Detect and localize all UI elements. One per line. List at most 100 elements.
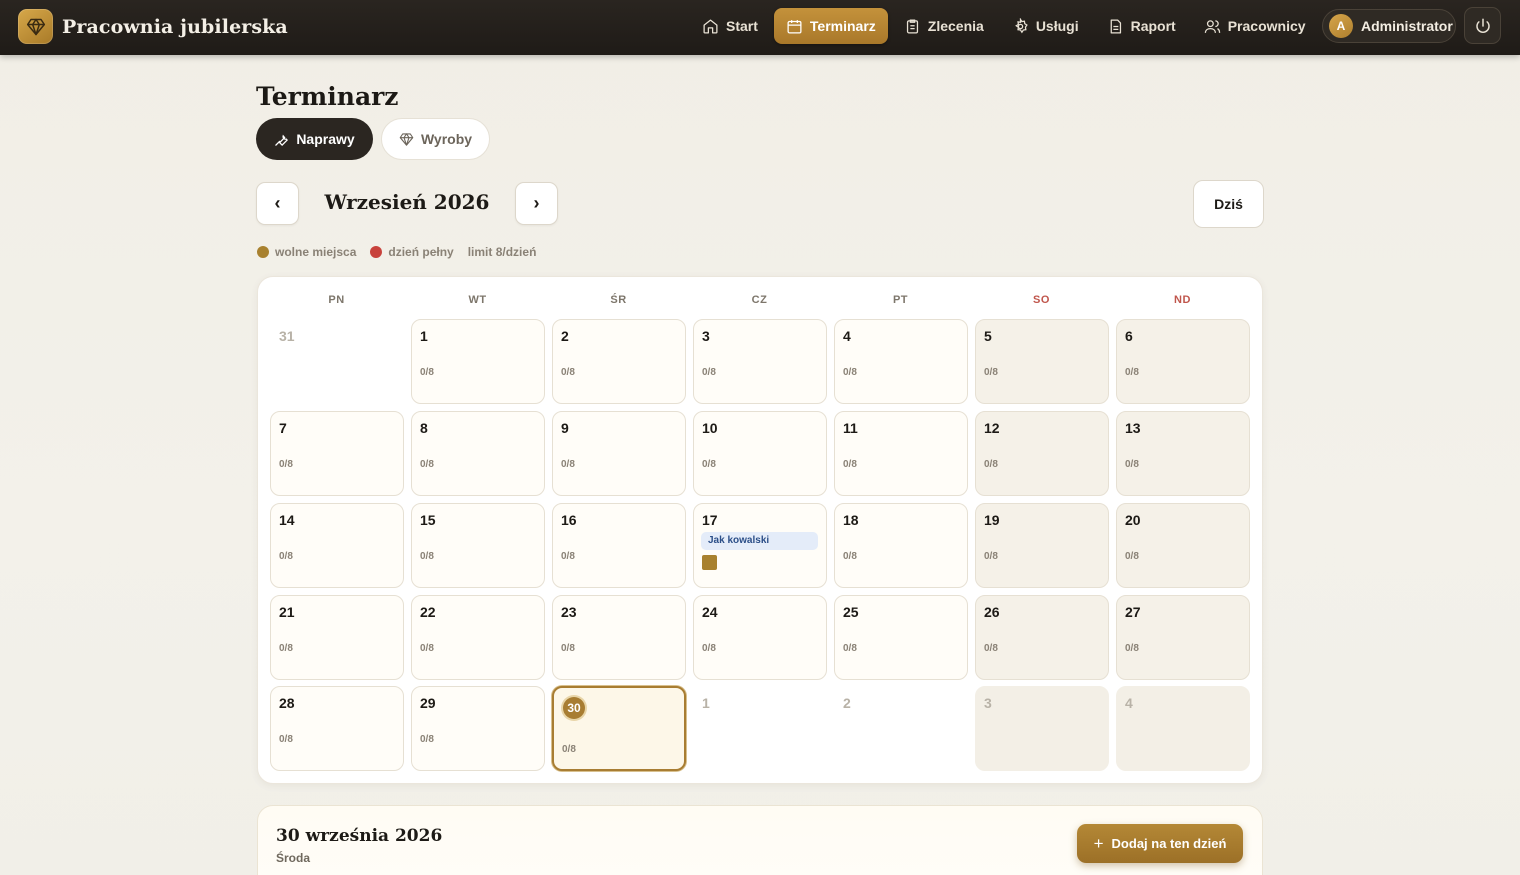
day-capacity: 0/8 <box>561 643 575 654</box>
day-number: 1 <box>420 328 428 344</box>
day-capacity: 0/8 <box>279 459 293 470</box>
calendar-day[interactable]: 20 0/8 <box>1116 503 1250 588</box>
calendar-day[interactable]: 28 0/8 <box>270 686 404 771</box>
calendar-day[interactable]: 12 0/8 <box>975 411 1109 496</box>
day-capacity: 0/8 <box>279 551 293 562</box>
calendar-day[interactable]: 26 0/8 <box>975 595 1109 680</box>
add-for-day-button[interactable]: + Dodaj na ten dzień <box>1077 824 1243 863</box>
legend-free-dot <box>257 246 269 258</box>
day-number: 19 <box>984 512 1000 528</box>
user-menu[interactable]: A Administrator <box>1322 9 1456 43</box>
day-capacity: 0/8 <box>1125 367 1139 378</box>
calendar-day[interactable]: 23 0/8 <box>552 595 686 680</box>
selected-day-title: 30 września 2026 <box>276 826 443 846</box>
calendar-day[interactable]: 9 0/8 <box>552 411 686 496</box>
day-number: 9 <box>561 420 569 436</box>
logout-button[interactable] <box>1464 7 1501 44</box>
avatar: A <box>1329 14 1353 38</box>
prev-month-button[interactable]: ‹ <box>256 182 299 225</box>
day-capacity: 0/8 <box>420 551 434 562</box>
day-capacity: 0/8 <box>984 643 998 654</box>
calendar-day-outside: 4 <box>1116 686 1250 771</box>
diamond-icon <box>399 132 414 146</box>
nav-item-start[interactable]: Start <box>690 8 770 44</box>
month-label: Wrzesień 2026 <box>324 190 490 214</box>
nav-item-uslugi[interactable]: Usługi <box>1000 8 1091 44</box>
nav-item-pracownicy[interactable]: Pracownicy <box>1192 8 1318 44</box>
weekday-label: WT <box>468 294 487 306</box>
nav-label: Pracownicy <box>1227 18 1306 34</box>
day-capacity: 0/8 <box>843 459 857 470</box>
day-number: 16 <box>561 512 577 528</box>
capacity-indicator <box>702 555 717 570</box>
day-number: 1 <box>702 695 710 711</box>
main-nav: Start Terminarz Zlecenia Usługi Raport P… <box>690 8 1322 44</box>
day-number: 18 <box>843 512 859 528</box>
tab-wyroby[interactable]: Wyroby <box>381 118 490 160</box>
day-number: 3 <box>702 328 710 344</box>
calendar-day[interactable]: 6 0/8 <box>1116 319 1250 404</box>
calendar-day[interactable]: 16 0/8 <box>552 503 686 588</box>
clipboard-icon <box>906 18 918 34</box>
day-number: 26 <box>984 604 1000 620</box>
nav-item-raport[interactable]: Raport <box>1095 8 1188 44</box>
brand[interactable]: Pracownia jubilerska <box>18 9 288 44</box>
calendar-day[interactable]: 7 0/8 <box>270 411 404 496</box>
chevron-right-icon: › <box>533 193 540 213</box>
event-chip[interactable]: Jak kowalski <box>701 532 818 550</box>
day-number: 4 <box>843 328 851 344</box>
day-number: 20 <box>1125 512 1141 528</box>
calendar-day[interactable]: 14 0/8 <box>270 503 404 588</box>
calendar-day[interactable]: 25 0/8 <box>834 595 968 680</box>
day-capacity: 0/8 <box>420 367 434 378</box>
day-capacity: 0/8 <box>702 367 716 378</box>
calendar-day[interactable]: 24 0/8 <box>693 595 827 680</box>
calendar-day[interactable]: 5 0/8 <box>975 319 1109 404</box>
nav-item-terminarz[interactable]: Terminarz <box>773 8 888 44</box>
tab-label: Naprawy <box>296 131 355 147</box>
day-capacity: 0/8 <box>984 459 998 470</box>
day-capacity: 0/8 <box>984 367 998 378</box>
day-capacity: 0/8 <box>1125 643 1139 654</box>
day-capacity: 0/8 <box>843 367 857 378</box>
today-button[interactable]: Dziś <box>1193 180 1264 228</box>
calendar-day[interactable]: 21 0/8 <box>270 595 404 680</box>
users-icon <box>1204 19 1220 33</box>
nav-label: Start <box>726 18 758 34</box>
calendar-day[interactable]: 8 0/8 <box>411 411 545 496</box>
nav-item-zlecenia[interactable]: Zlecenia <box>892 8 996 44</box>
day-capacity: 0/8 <box>279 643 293 654</box>
calendar-day[interactable]: 4 0/8 <box>834 319 968 404</box>
day-number: 13 <box>1125 420 1141 436</box>
calendar-day[interactable]: 15 0/8 <box>411 503 545 588</box>
calendar-day[interactable]: 27 0/8 <box>1116 595 1250 680</box>
day-capacity: 0/8 <box>843 551 857 562</box>
day-capacity: 0/8 <box>561 367 575 378</box>
nav-label: Raport <box>1130 18 1176 34</box>
day-number: 4 <box>1125 695 1133 711</box>
plus-icon: + <box>1093 833 1104 853</box>
calendar-day[interactable]: 19 0/8 <box>975 503 1109 588</box>
calendar-day[interactable]: 2 0/8 <box>552 319 686 404</box>
next-month-button[interactable]: › <box>515 182 558 225</box>
calendar-day-today[interactable]: 30 0/8 <box>552 686 686 771</box>
day-capacity: 0/8 <box>562 744 576 755</box>
calendar-day[interactable]: 13 0/8 <box>1116 411 1250 496</box>
calendar-day-outside: 31 <box>270 319 404 404</box>
calendar-day[interactable]: 3 0/8 <box>693 319 827 404</box>
day-number: 30 <box>563 697 585 719</box>
calendar-day[interactable]: 1 0/8 <box>411 319 545 404</box>
calendar-day[interactable]: 22 0/8 <box>411 595 545 680</box>
calendar-day[interactable]: 10 0/8 <box>693 411 827 496</box>
day-number: 17 <box>702 512 718 528</box>
calendar-day[interactable]: 17 Jak kowalski <box>693 503 827 588</box>
chevron-left-icon: ‹ <box>274 193 281 213</box>
calendar-day[interactable]: 18 0/8 <box>834 503 968 588</box>
tab-naprawy[interactable]: Naprawy <box>256 118 373 160</box>
top-bar: Pracownia jubilerska Start Terminarz Zle… <box>0 0 1520 55</box>
power-icon <box>1475 18 1490 33</box>
calendar-day[interactable]: 11 0/8 <box>834 411 968 496</box>
legend: wolne miejsca dzień pełny limit 8/dzień <box>257 245 550 259</box>
weekday-label: CZ <box>751 294 768 306</box>
calendar-day[interactable]: 29 0/8 <box>411 686 545 771</box>
